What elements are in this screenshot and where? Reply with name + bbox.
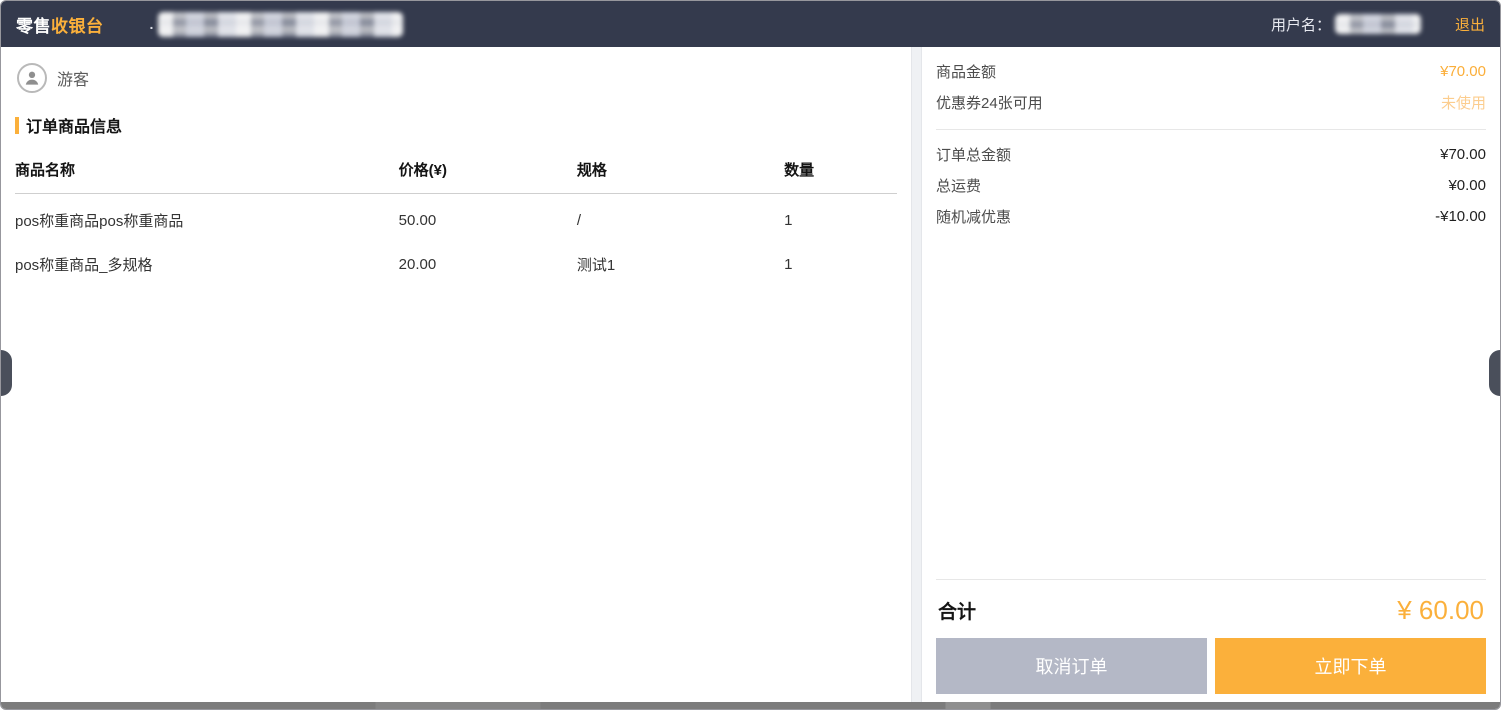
col-spec: 规格 — [577, 159, 784, 180]
product-name: pos称重商品_多规格 — [15, 254, 399, 275]
top-bar-right: 用户名： 退出 — [1271, 14, 1485, 35]
app-title-prefix: 零售 — [16, 17, 51, 36]
table-row: pos称重商品_多规格 20.00 测试1 1 — [15, 238, 897, 282]
coupon-status: 未使用 — [1441, 92, 1486, 113]
coupon-row[interactable]: 优惠券24张可用 未使用 — [936, 87, 1486, 118]
order-total-value: ¥70.00 — [1440, 146, 1486, 163]
products-table-header: 商品名称 价格(¥) 规格 数量 — [15, 153, 897, 194]
panel-divider — [911, 47, 922, 702]
shipping-value: ¥0.00 — [1448, 177, 1486, 194]
amount-section: 商品金额 ¥70.00 优惠券24张可用 未使用 — [936, 47, 1486, 130]
shipping-label: 总运费 — [936, 175, 981, 196]
random-discount-row: 随机减优惠 -¥10.00 — [936, 201, 1486, 232]
customer-name: 游客 — [57, 66, 89, 90]
product-price: 50.00 — [399, 212, 577, 229]
guest-avatar-icon — [17, 63, 47, 93]
app-title-suffix: 收银台 — [51, 17, 104, 36]
product-spec: 测试1 — [577, 254, 784, 275]
right-drawer-handle[interactable] — [1489, 350, 1500, 396]
app-title: 零售收银台 — [16, 12, 104, 37]
table-row: pos称重商品pos称重商品 50.00 / 1 — [15, 194, 897, 238]
cancel-order-button[interactable]: 取消订单 — [936, 638, 1207, 694]
goods-amount-label: 商品金额 — [936, 61, 996, 82]
order-total-label: 订单总金额 — [936, 144, 1011, 165]
pos-window: 零售收银台 . 用户名： 退出 游客 订单商品 — [0, 0, 1501, 710]
blurred-store-name — [158, 12, 403, 37]
checkout-panel: 商品金额 ¥70.00 优惠券24张可用 未使用 订单总金额 ¥70.00 总运… — [922, 47, 1500, 702]
panel-spacer — [936, 241, 1486, 579]
top-bar: 零售收银台 . 用户名： 退出 — [1, 1, 1500, 47]
store-name-prefix: . — [150, 16, 154, 32]
main-content: 游客 订单商品信息 商品名称 价格(¥) 规格 数量 pos称重商品pos称重商… — [1, 47, 1500, 702]
submit-order-button[interactable]: 立即下单 — [1215, 638, 1486, 694]
col-product-name: 商品名称 — [15, 159, 399, 180]
logout-button[interactable]: 退出 — [1455, 14, 1485, 35]
order-total-row: 订单总金额 ¥70.00 — [936, 139, 1486, 170]
random-discount-label: 随机减优惠 — [936, 206, 1011, 227]
product-qty: 1 — [784, 256, 897, 273]
goods-amount-value: ¥70.00 — [1440, 63, 1486, 80]
username-label: 用户名： — [1271, 14, 1331, 35]
grand-total-value: ¥ 60.00 — [1397, 595, 1484, 626]
section-title-text: 订单商品信息 — [26, 113, 122, 137]
product-qty: 1 — [784, 212, 897, 229]
col-qty: 数量 — [784, 159, 897, 180]
blurred-username — [1335, 14, 1421, 34]
goods-amount-row: 商品金额 ¥70.00 — [936, 56, 1486, 87]
section-accent-bar — [15, 117, 19, 134]
left-drawer-handle[interactable] — [1, 350, 12, 396]
bottom-window-edge — [1, 702, 1500, 709]
grand-total-label: 合计 — [938, 597, 976, 624]
totals-section: 订单总金额 ¥70.00 总运费 ¥0.00 随机减优惠 -¥10.00 — [936, 130, 1486, 241]
col-price: 价格(¥) — [399, 159, 577, 180]
random-discount-value: -¥10.00 — [1435, 208, 1486, 225]
customer-chip[interactable]: 游客 — [17, 63, 897, 93]
coupon-label: 优惠券24张可用 — [936, 92, 1043, 113]
order-panel: 游客 订单商品信息 商品名称 价格(¥) 规格 数量 pos称重商品pos称重商… — [1, 47, 911, 702]
product-name: pos称重商品pos称重商品 — [15, 210, 399, 231]
grand-total-row: 合计 ¥ 60.00 — [936, 579, 1486, 638]
shipping-row: 总运费 ¥0.00 — [936, 170, 1486, 201]
order-section-title: 订单商品信息 — [15, 113, 897, 137]
action-buttons: 取消订单 立即下单 — [936, 638, 1486, 702]
product-price: 20.00 — [399, 256, 577, 273]
product-spec: / — [577, 212, 784, 229]
